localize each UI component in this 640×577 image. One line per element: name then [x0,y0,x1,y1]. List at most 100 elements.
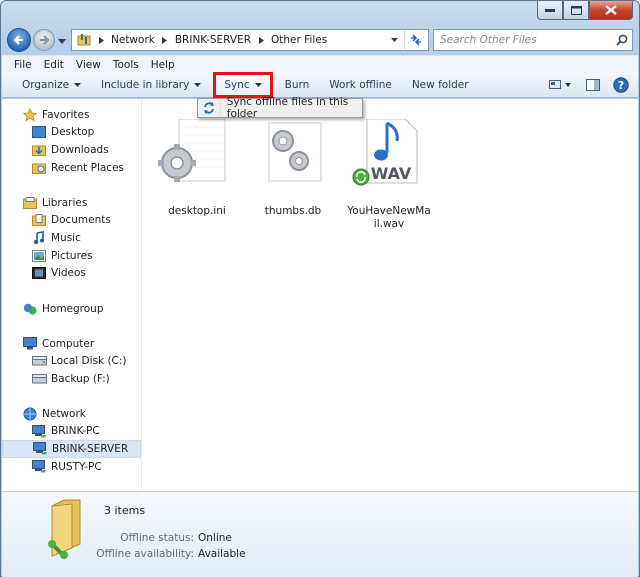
file-name: thumbs.db [264,205,322,217]
sidebar-item-network[interactable]: Network [2,405,141,423]
sidebar-item-label: Libraries [42,196,88,209]
sidebar-item-rusty-pc[interactable]: RUSTY-PC [2,458,141,476]
network-group: Network BRINK-PC BRINK-SERVER RUSTY-PC [2,405,141,475]
view-options-icon [549,80,571,89]
file-item[interactable]: thumbs.db [251,119,335,218]
sidebar-item-label: Desktop [51,126,95,139]
file-item[interactable]: desktop.ini [155,118,239,218]
favorites-group: Favorites Desktop Downloads Recent Place… [2,106,141,176]
offline-status-label: Offline status: [120,532,194,544]
chevron-down-icon [194,83,202,87]
sidebar-item-downloads[interactable]: Downloads [2,141,141,159]
menu-edit[interactable]: Edit [38,56,70,74]
maximize-button[interactable] [563,1,589,20]
sidebar-item-local-disk[interactable]: Local Disk (C:) [2,353,141,371]
back-button[interactable] [7,28,31,52]
command-bar: Organize Include in library Sync Burn Wo… [2,72,638,98]
sidebar-item-label: Local Disk (C:) [51,355,127,368]
breadcrumb-label: Other Files [271,34,328,46]
sidebar-item-backup-drive[interactable]: Backup (F:) [2,370,141,388]
documents-icon [31,212,47,228]
computer-icon [22,336,38,352]
homegroup-icon [22,301,38,317]
sidebar-item-label: Backup (F:) [51,372,110,385]
sidebar-item-brink-server[interactable]: BRINK-SERVER [2,440,141,458]
hard-drive-icon [31,353,47,369]
music-icon [31,230,47,246]
settings-file-icon [251,119,335,203]
sidebar-item-pictures[interactable]: Pictures [2,247,141,265]
breadcrumb-separator-icon[interactable] [253,36,269,44]
maximize-icon [570,5,582,15]
preview-pane-icon [586,79,600,91]
chevron-down-icon [254,83,262,87]
sidebar-item-libraries[interactable]: Libraries [2,194,141,212]
sync-button[interactable]: Sync [213,72,273,98]
sidebar-item-recent-places[interactable]: Recent Places [2,159,141,177]
menu-view[interactable]: View [70,56,107,74]
breadcrumb-brink-server[interactable]: BRINK-SERVER [173,30,253,50]
item-count: 3 items [104,504,146,517]
include-in-library-button[interactable]: Include in library [91,74,211,96]
recent-places-icon [31,160,47,176]
breadcrumb-network[interactable]: Network [109,30,157,50]
pictures-icon [31,248,47,264]
sync-icon [198,99,221,117]
network-computer-icon [31,423,47,439]
sidebar-item-brink-pc[interactable]: BRINK-PC [2,423,141,441]
refresh-button[interactable] [404,30,426,50]
recent-pages-button[interactable] [57,36,67,46]
sidebar-item-label: Music [51,231,81,244]
file-item[interactable]: WAV YouHaveNewMail.wav [347,118,431,231]
offline-availability-label: Offline availability: [96,548,194,560]
burn-button[interactable]: Burn [275,74,320,96]
sidebar-item-computer[interactable]: Computer [2,335,141,353]
sidebar-item-label: Videos [51,267,86,280]
chevron-down-icon [74,83,82,87]
search-box[interactable]: Search Other Files [433,29,633,51]
address-history-button[interactable] [386,30,402,50]
sidebar-item-desktop[interactable]: Desktop [2,124,141,142]
menu-file[interactable]: File [8,56,38,74]
breadcrumb-separator-icon[interactable] [157,36,173,44]
chevron-down-icon [390,38,398,42]
sidebar-item-documents[interactable]: Documents [2,212,141,230]
minimize-button[interactable] [537,1,563,20]
help-icon: ? [613,77,629,93]
navigation-bar: Network BRINK-SERVER Other Files Search [7,28,633,52]
new-folder-button[interactable]: New folder [402,74,479,96]
offline-availability-row: Offline availability: Available [72,548,292,560]
hard-drive-icon [31,371,47,387]
menu-help[interactable]: Help [145,56,181,74]
desktop-icon [31,124,47,140]
work-offline-label: Work offline [329,79,392,91]
preview-pane-button[interactable] [582,75,604,95]
menu-tools[interactable]: Tools [107,56,145,74]
breadcrumb-separator-icon[interactable] [93,36,109,44]
sidebar-item-favorites[interactable]: Favorites [2,106,141,124]
organize-label: Organize [22,79,70,91]
help-button[interactable]: ? [610,75,632,95]
sync-dropdown-menu: Sync offline files in this folder [197,96,363,120]
burn-label: Burn [284,79,310,91]
sync-offline-files-item[interactable]: Sync offline files in this folder [221,96,362,120]
sidebar-item-label: Homegroup [42,302,104,315]
close-button[interactable] [589,1,633,20]
forward-button[interactable] [33,29,55,51]
include-in-library-label: Include in library [101,79,190,91]
breadcrumb-label: BRINK-SERVER [174,34,251,46]
organize-button[interactable]: Organize [12,74,91,96]
change-view-button[interactable] [546,75,576,95]
address-bar[interactable]: Network BRINK-SERVER Other Files [71,29,429,51]
work-offline-button[interactable]: Work offline [319,74,402,96]
svg-text:?: ? [618,79,624,92]
sidebar-item-homegroup[interactable]: Homegroup [2,300,141,318]
search-input[interactable]: Search Other Files [434,34,612,46]
breadcrumb-other-files[interactable]: Other Files [269,30,329,50]
offline-status-value: Online [198,532,232,544]
search-icon[interactable] [612,30,632,50]
sidebar-item-videos[interactable]: Videos [2,264,141,282]
sidebar-item-label: Pictures [51,249,93,262]
sidebar-item-music[interactable]: Music [2,229,141,247]
libraries-icon [22,195,38,211]
